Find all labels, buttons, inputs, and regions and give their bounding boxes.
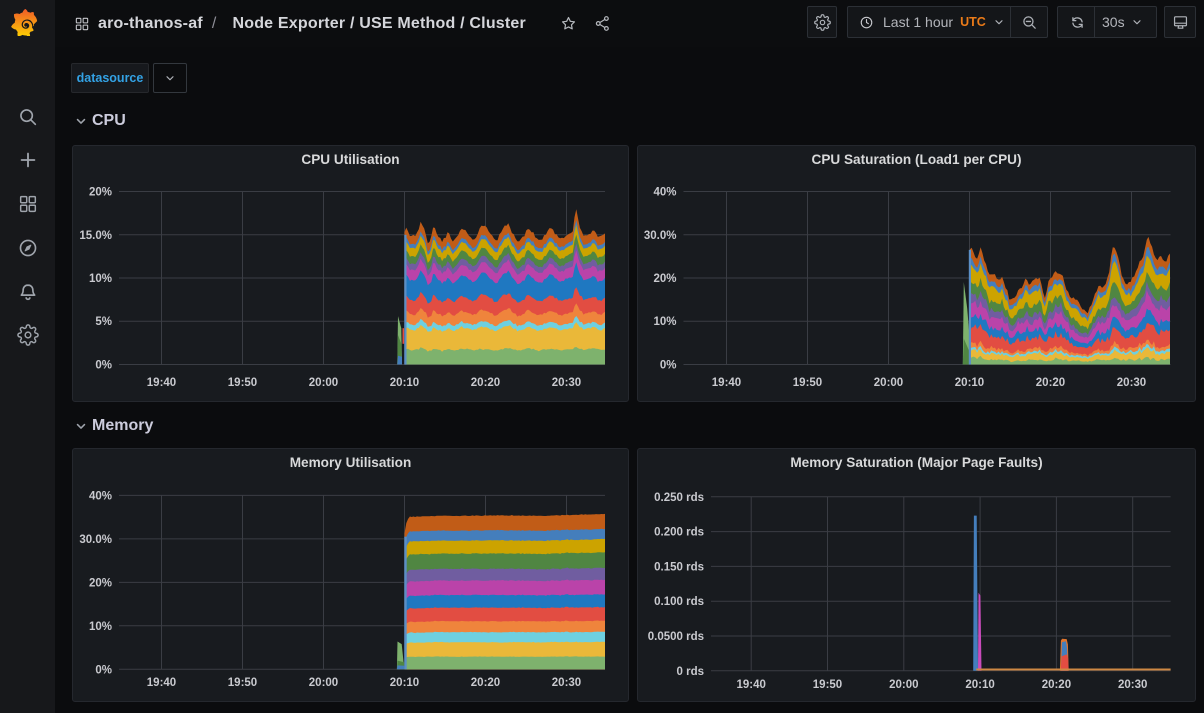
svg-text:0%: 0% [660,360,677,372]
svg-text:19:50: 19:50 [228,377,257,389]
svg-text:20:10: 20:10 [965,679,994,691]
svg-text:20:20: 20:20 [471,677,500,689]
svg-text:0.100 rds: 0.100 rds [654,596,704,608]
svg-text:0%: 0% [95,664,112,676]
svg-text:20:30: 20:30 [1117,377,1146,389]
svg-text:19:40: 19:40 [736,679,765,691]
svg-text:20:10: 20:10 [390,377,419,389]
svg-text:19:50: 19:50 [228,677,257,689]
svg-text:15.0%: 15.0% [79,230,112,242]
svg-text:20:00: 20:00 [874,377,903,389]
svg-text:20:30: 20:30 [552,677,581,689]
svg-text:19:50: 19:50 [813,679,842,691]
svg-text:5%: 5% [95,316,112,328]
svg-text:20:20: 20:20 [1036,377,1065,389]
svg-text:19:50: 19:50 [793,377,822,389]
svg-text:20:10: 20:10 [390,677,419,689]
svg-text:10%: 10% [653,316,676,328]
svg-text:20:00: 20:00 [889,679,918,691]
svg-text:10%: 10% [89,273,112,285]
svg-text:30.0%: 30.0% [644,230,677,242]
svg-text:0.150 rds: 0.150 rds [654,561,704,573]
svg-text:0%: 0% [95,360,112,372]
svg-text:0.0500 rds: 0.0500 rds [648,631,704,643]
svg-text:19:40: 19:40 [712,377,741,389]
svg-text:20:10: 20:10 [955,377,984,389]
svg-text:20%: 20% [653,273,676,285]
svg-text:20:20: 20:20 [1042,679,1071,691]
svg-text:20:30: 20:30 [552,377,581,389]
svg-text:20%: 20% [89,187,112,199]
svg-text:20:20: 20:20 [471,377,500,389]
svg-text:40%: 40% [89,490,112,502]
svg-text:0.250 rds: 0.250 rds [654,492,704,504]
svg-text:0 rds: 0 rds [677,666,705,678]
svg-text:10%: 10% [89,621,112,633]
svg-text:20:00: 20:00 [309,677,338,689]
svg-text:40%: 40% [653,187,676,199]
svg-text:19:40: 19:40 [147,377,176,389]
svg-text:20%: 20% [89,577,112,589]
svg-text:30.0%: 30.0% [79,534,112,546]
svg-text:20:00: 20:00 [309,377,338,389]
svg-text:19:40: 19:40 [147,677,176,689]
svg-text:0.200 rds: 0.200 rds [654,527,704,539]
svg-text:20:30: 20:30 [1118,679,1147,691]
